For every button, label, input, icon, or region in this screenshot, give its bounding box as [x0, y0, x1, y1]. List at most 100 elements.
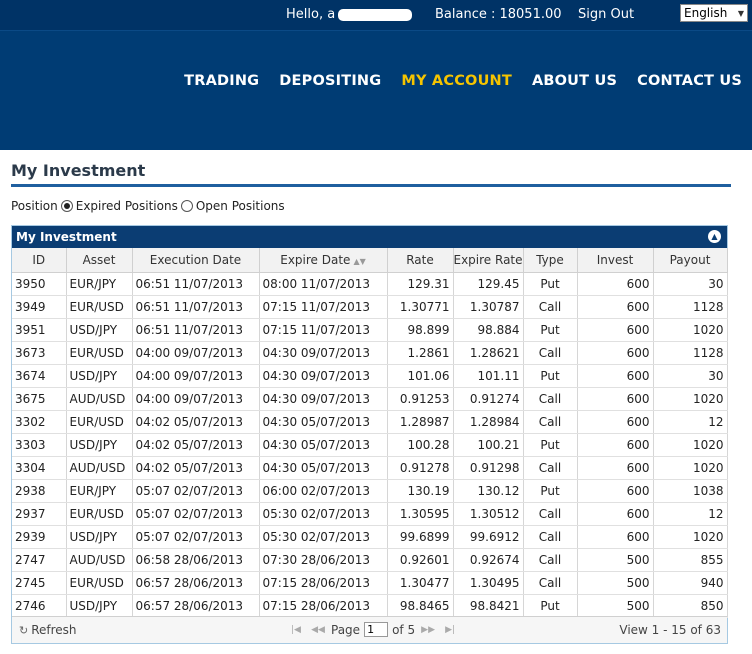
expired-positions-label[interactable]: Expired Positions [76, 199, 178, 213]
cell-execution-date: 04:02 05/07/2013 [132, 433, 260, 457]
table-body: 3950 EUR/JPY 06:51 11/07/2013 08:00 11/07/2… [12, 272, 728, 618]
cell-type: Call [523, 410, 578, 434]
table-row[interactable]: 3674 USD/JPY 04:00 09/07/2013 04:30 09/07/2… [12, 364, 728, 388]
cell-rate: 130.19 [387, 479, 454, 503]
cell-payout: 30 [653, 272, 728, 296]
cell-type: Call [523, 341, 578, 365]
cell-id: 3949 [12, 295, 67, 319]
open-positions-label[interactable]: Open Positions [196, 199, 285, 213]
site-header: TRADING DEPOSITING MY ACCOUNT ABOUT US C… [0, 30, 752, 150]
cell-asset: USD/JPY [66, 433, 133, 457]
cell-rate: 129.31 [387, 272, 454, 296]
cell-execution-date: 06:51 11/07/2013 [132, 295, 260, 319]
cell-rate: 98.8465 [387, 594, 454, 618]
next-page-icon[interactable]: ▶▶ [419, 625, 437, 635]
cell-payout: 12 [653, 502, 728, 526]
column-header-expire-date[interactable]: Expire Date ▲▼ [259, 248, 388, 273]
cell-rate: 1.30477 [387, 571, 454, 595]
cell-payout: 1020 [653, 318, 728, 342]
cell-execution-date: 05:07 02/07/2013 [132, 525, 260, 549]
table-row[interactable]: 2746 USD/JPY 06:57 28/06/2013 07:15 28/06/2… [12, 594, 728, 618]
cell-rate: 0.91278 [387, 456, 454, 480]
cell-expire-date: 04:30 05/07/2013 [259, 433, 388, 457]
cell-expire-date: 05:30 02/07/2013 [259, 525, 388, 549]
column-header-invest[interactable]: Invest [577, 248, 654, 273]
cell-asset: AUD/USD [66, 548, 133, 572]
cell-asset: USD/JPY [66, 364, 133, 388]
cell-execution-date: 04:00 09/07/2013 [132, 341, 260, 365]
cell-expire-rate: 130.12 [453, 479, 524, 503]
language-value: English [684, 6, 728, 20]
sign-out-link[interactable]: Sign Out [578, 7, 634, 22]
table-row[interactable]: 2938 EUR/JPY 05:07 02/07/2013 06:00 02/07/2… [12, 479, 728, 503]
refresh-button[interactable]: ↻ Refresh [19, 623, 77, 637]
table-row[interactable]: 2937 EUR/USD 05:07 02/07/2013 05:30 02/07/2… [12, 502, 728, 526]
position-filter: Position Expired Positions Open Position… [11, 199, 285, 213]
nav-contact-us[interactable]: CONTACT US [637, 73, 742, 89]
nav-about-us[interactable]: ABOUT US [532, 73, 617, 89]
cell-execution-date: 06:58 28/06/2013 [132, 548, 260, 572]
table-row[interactable]: 3304 AUD/USD 04:02 05/07/2013 04:30 05/07/2… [12, 456, 728, 480]
cell-rate: 101.06 [387, 364, 454, 388]
cell-expire-rate: 98.8421 [453, 594, 524, 618]
cell-execution-date: 05:07 02/07/2013 [132, 502, 260, 526]
open-positions-radio[interactable] [180, 200, 193, 212]
cell-expire-rate: 101.11 [453, 364, 524, 388]
cell-expire-rate: 129.45 [453, 272, 524, 296]
table-row[interactable]: 3302 EUR/USD 04:02 05/07/2013 04:30 05/07/2… [12, 410, 728, 434]
column-header-execution-date[interactable]: Execution Date [132, 248, 260, 273]
cell-invest: 600 [577, 364, 654, 388]
grid-pager: ↻ Refresh |◀ ◀◀ Page of 5 ▶▶ ▶| View 1 -… [12, 616, 727, 643]
cell-asset: EUR/USD [66, 295, 133, 319]
cell-asset: EUR/USD [66, 341, 133, 365]
cell-execution-date: 04:00 09/07/2013 [132, 387, 260, 411]
table-row[interactable]: 2747 AUD/USD 06:58 28/06/2013 07:30 28/06/2… [12, 548, 728, 572]
column-header-type[interactable]: Type [523, 248, 578, 273]
table-row[interactable]: 3950 EUR/JPY 06:51 11/07/2013 08:00 11/07/2… [12, 272, 728, 296]
table-row[interactable]: 3675 AUD/USD 04:00 09/07/2013 04:30 09/07/2… [12, 387, 728, 411]
table-row[interactable]: 3303 USD/JPY 04:02 05/07/2013 04:30 05/07/2… [12, 433, 728, 457]
column-header-expire-rate[interactable]: Expire Rate [453, 248, 524, 273]
cell-id: 2747 [12, 548, 67, 572]
cell-payout: 1020 [653, 525, 728, 549]
page-number-input[interactable] [364, 622, 389, 637]
cell-invest: 600 [577, 387, 654, 411]
cell-invest: 500 [577, 548, 654, 572]
cell-id: 3951 [12, 318, 67, 342]
language-select[interactable]: English ▼ [680, 4, 748, 22]
cell-id: 2938 [12, 479, 67, 503]
cell-type: Call [523, 571, 578, 595]
cell-rate: 1.2861 [387, 341, 454, 365]
cell-id: 3302 [12, 410, 67, 434]
expired-positions-radio[interactable] [60, 200, 73, 212]
nav-depositing[interactable]: DEPOSITING [279, 73, 381, 89]
table-row[interactable]: 3673 EUR/USD 04:00 09/07/2013 04:30 09/07/2… [12, 341, 728, 365]
position-label: Position [11, 199, 58, 213]
column-header-id[interactable]: ID [12, 248, 67, 273]
column-header-asset[interactable]: Asset [66, 248, 133, 273]
first-page-icon[interactable]: |◀ [287, 625, 305, 635]
cell-asset: USD/JPY [66, 525, 133, 549]
nav-trading[interactable]: TRADING [184, 73, 259, 89]
cell-payout: 850 [653, 594, 728, 618]
cell-expire-date: 07:15 11/07/2013 [259, 318, 388, 342]
table-row[interactable]: 3949 EUR/USD 06:51 11/07/2013 07:15 11/07/2… [12, 295, 728, 319]
table-row[interactable]: 2745 EUR/USD 06:57 28/06/2013 07:15 28/06/2… [12, 571, 728, 595]
cell-type: Put [523, 594, 578, 618]
cell-invest: 600 [577, 502, 654, 526]
cell-asset: EUR/USD [66, 502, 133, 526]
cell-invest: 600 [577, 525, 654, 549]
investment-table: ID Asset Execution Date Expire Date ▲▼ Ra… [12, 248, 728, 618]
column-header-payout[interactable]: Payout [653, 248, 728, 273]
cell-expire-rate: 1.30512 [453, 502, 524, 526]
cell-asset: EUR/JPY [66, 479, 133, 503]
nav-my-account[interactable]: MY ACCOUNT [401, 73, 512, 89]
table-row[interactable]: 2939 USD/JPY 05:07 02/07/2013 05:30 02/07/2… [12, 525, 728, 549]
column-header-rate[interactable]: Rate [387, 248, 454, 273]
last-page-icon[interactable]: ▶| [441, 625, 459, 635]
collapse-icon[interactable]: ▲ [708, 230, 721, 243]
cell-id: 3673 [12, 341, 67, 365]
table-row[interactable]: 3951 USD/JPY 06:51 11/07/2013 07:15 11/07/2… [12, 318, 728, 342]
prev-page-icon[interactable]: ◀◀ [309, 625, 327, 635]
cell-payout: 1128 [653, 295, 728, 319]
